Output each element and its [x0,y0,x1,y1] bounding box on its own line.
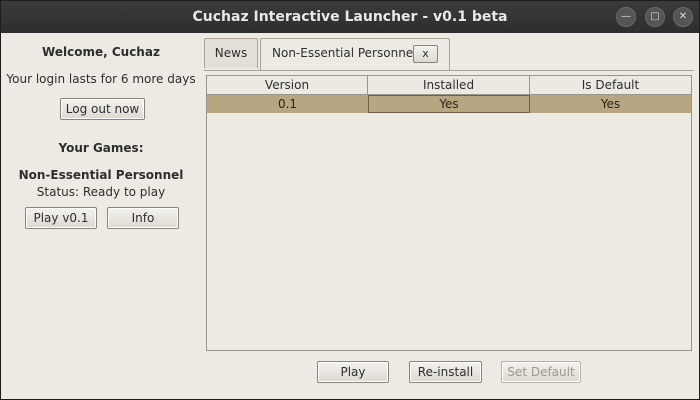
game-name: Non-Essential Personnel [18,168,184,182]
info-button[interactable]: Info [107,207,179,229]
logout-button[interactable]: Log out now [60,98,145,120]
cell-installed[interactable]: Yes [368,95,530,113]
minimize-icon[interactable]: — [616,7,636,27]
maximize-icon[interactable]: □ [645,7,665,27]
tab-non-essential-personnel[interactable]: Non-Essential Personnel x [260,38,450,71]
games-heading: Your Games: [58,141,144,155]
set-default-button: Set Default [501,361,581,383]
tab-news-label: News [214,46,248,60]
tab-news[interactable]: News [204,38,258,68]
title-bar[interactable]: Cuchaz Interactive Launcher - v0.1 beta … [1,1,699,33]
cell-version[interactable]: 0.1 [207,95,368,113]
close-icon[interactable]: ✕ [673,7,693,27]
column-header-is-default[interactable]: Is Default [530,76,691,95]
column-header-installed[interactable]: Installed [368,76,530,95]
sidebar: Welcome, Cuchaz Your login lasts for 6 m… [1,34,201,394]
versions-table[interactable]: Version Installed Is Default 0.1 Yes Yes [206,75,692,351]
launcher-window: Cuchaz Interactive Launcher - v0.1 beta … [0,0,700,400]
window-title: Cuchaz Interactive Launcher - v0.1 beta [192,9,508,25]
login-info: Your login lasts for 6 more days [6,72,196,86]
welcome-text: Welcome, Cuchaz [42,45,160,59]
play-button[interactable]: Play [317,361,389,383]
tab-game-label: Non-Essential Personnel [272,46,417,60]
play-version-button[interactable]: Play v0.1 [25,207,97,229]
game-status: Status: Ready to play [36,185,166,199]
column-header-version[interactable]: Version [207,76,368,95]
tab-panel-divider [204,70,694,71]
cell-is-default[interactable]: Yes [530,95,691,113]
tab-close-button[interactable]: x [413,45,438,63]
reinstall-button[interactable]: Re-install [409,361,482,383]
